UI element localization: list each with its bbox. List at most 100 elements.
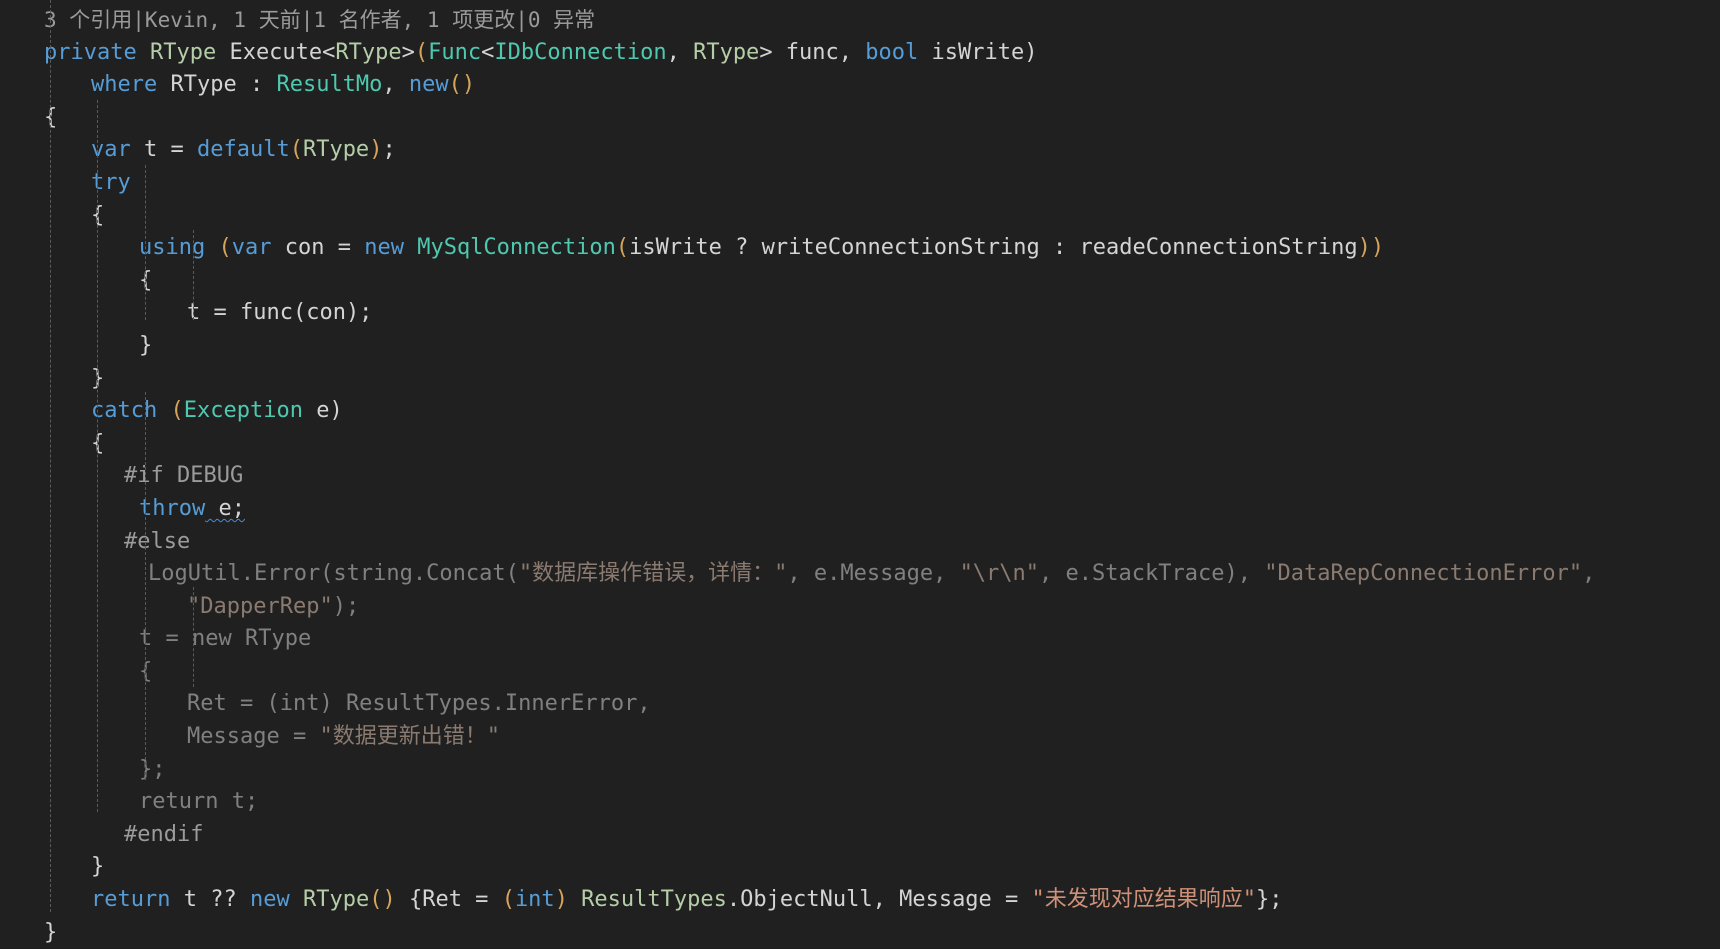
code-line-throw[interactable]: throw e; [0,493,1720,526]
code-line-using[interactable]: using (var con = new MySqlConnection(isW… [0,232,1720,265]
token-brace-close-using: } [139,332,153,358]
code-line-message-update-error[interactable]: Message = "数据更新出错！" [0,721,1720,754]
code-lines-container[interactable]: 3 个引用|Kevin, 1 天前|1 名作者, 1 项更改|0 异常 priv… [0,0,1720,948]
token-brace-open-try: { [91,202,105,228]
token-preprocessor-else: #else [124,528,191,554]
token-keyword-private: private [44,39,137,65]
code-line-try-open-brace[interactable]: { [0,200,1720,233]
token-keyword-var-con: var [231,235,272,261]
token-brace-open-catch: { [91,430,105,456]
code-line-try-close-brace[interactable]: } [0,363,1720,396]
token-keyword-new-conn: new [364,235,404,261]
token-preprocessor-endif: #endif [124,821,204,847]
token-brace-close-final: }; [1256,887,1283,913]
code-line-catch[interactable]: catch (Exception e) [0,395,1720,428]
token-preprocessor-if-debug: #if DEBUG [124,463,244,489]
token-type-rtype-func: RType [693,39,760,65]
code-line-obj-init-open[interactable]: { [0,656,1720,689]
code-line-else-directive[interactable]: #else [0,526,1720,559]
token-type-rtype-default: RType [302,137,370,163]
token-semicolon-var: ; [382,137,396,163]
token-brace-close-catch: } [91,854,105,880]
token-keyword-return-final: return [91,887,171,913]
token-conn-paren-open: ( [615,235,630,261]
token-cast-open: ( [501,887,515,913]
token-catch-var: e) [302,398,343,424]
codelens-text[interactable]: 3 个引用|Kevin, 1 天前|1 名作者, 1 项更改|0 异常 [44,8,595,32]
token-string-dapperrep: "DapperRep" [187,593,333,619]
code-line-using-open-brace[interactable]: { [0,265,1720,298]
token-using-paren-open: ( [205,235,232,261]
token-brace-open-final: { [395,887,423,913]
code-editor[interactable]: 3 个引用|Kevin, 1 天前|1 名作者, 1 项更改|0 异常 priv… [0,0,1720,948]
token-string-update-error: "数据更新出错！" [319,724,500,750]
token-method-name: Execute< [216,39,336,65]
code-line-obj-init-close[interactable]: }; [0,754,1720,787]
code-line-var-default[interactable]: var t = default(RType); [0,134,1720,167]
token-where-comma: , [382,72,409,98]
token-brace-close-objinit: }; [139,756,166,782]
token-keyword-var: var [91,137,131,163]
token-param-iswrite: isWrite) [918,39,1038,65]
codelens-annotation[interactable]: 3 个引用|Kevin, 1 天前|1 名作者, 1 项更改|0 异常 [0,4,1720,37]
code-line-catch-open-brace[interactable]: { [0,428,1720,461]
token-con-assign: con = [271,235,365,261]
token-brace-open-objinit: { [139,658,153,684]
token-objectnull: .ObjectNull [726,887,873,913]
code-line-where[interactable]: where RType : ResultMo, new() [0,69,1720,102]
code-line-final-return[interactable]: return t ?? new RType() {Ret = (int) Res… [0,884,1720,917]
token-class-resulttypes: ResultTypes [567,887,727,913]
code-line-return-t[interactable]: return t; [0,786,1720,819]
code-line-new-rtype[interactable]: t = new RType [0,623,1720,656]
token-brace-close-method: } [44,919,58,945]
token-string-db-error: "数据库操作错误，详情：" [518,561,788,587]
token-func-invocation: t = func(con); [187,300,373,326]
token-logutil-close: ); [332,593,360,619]
token-keyword-throw: throw [139,495,206,521]
token-ret-innererror: Ret = (int) ResultTypes.InnerError, [187,691,651,717]
code-line-func-call[interactable]: t = func(con); [0,297,1720,330]
token-ternary-connectionstring: isWrite ? writeConnectionString : readeC… [629,235,1358,261]
token-keyword-bool: bool [865,39,919,65]
code-line-using-close-brace[interactable]: } [0,330,1720,363]
token-string-newline: "\r\n" [959,561,1040,587]
code-line-signature[interactable]: private RType Execute<RType>(Func<IDbCon… [0,37,1720,70]
token-keyword-where: where [91,72,158,98]
token-class-idbconnection: IDbConnection [494,39,667,65]
token-space-2 [404,235,417,260]
token-keyword-catch: catch [91,398,158,424]
token-keyword-new-final: new [249,887,290,913]
code-line-try[interactable]: try [0,167,1720,200]
code-line-method-open-brace[interactable]: { [0,102,1720,135]
token-class-func: Func [428,39,482,65]
token-assign-new-rtype: t = new RType [139,626,312,652]
token-angle-open: < [481,39,495,65]
token-class-resultmo: ResultMo [276,72,383,98]
token-parens-final: () [369,887,396,913]
token-logutil-mid-2: , e.StackTrace), [1039,561,1265,587]
token-cast-close: ) [554,887,568,913]
code-line-logutil-error[interactable]: LogUtil.Error(string.Concat("数据库操作错误，详情：… [0,558,1720,591]
code-line-catch-close-brace[interactable]: } [0,851,1720,884]
token-using-paren-close: )) [1357,235,1385,261]
token-brace-close-try: } [91,365,105,391]
token-brace-open-method: { [44,104,58,130]
token-keyword-int: int [514,887,555,913]
token-class-mysqlconnection: MySqlConnection [417,235,616,261]
token-string-datarepconnectionerror: "DataRepConnectionError" [1264,561,1583,587]
token-comma-1: , [666,39,694,65]
token-where-rest: RType : [157,72,277,98]
code-line-method-close-brace[interactable]: } [0,917,1720,949]
token-null-coalesce: t ?? [170,887,250,913]
token-return-t: return t; [139,789,259,815]
code-line-ret-innererror[interactable]: Ret = (int) ResultTypes.InnerError, [0,688,1720,721]
token-space-1 [137,40,150,65]
token-logutil-call: LogUtil.Error(string.Concat( [148,561,519,587]
token-keyword-using: using [139,235,206,261]
code-line-dapperrep[interactable]: "DapperRep"); [0,591,1720,624]
token-paren-open: ( [414,39,429,65]
token-message-assign: Message = [187,724,320,750]
code-line-if-debug[interactable]: #if DEBUG [0,460,1720,493]
token-throw-var: e; [205,495,245,521]
code-line-endif[interactable]: #endif [0,819,1720,852]
